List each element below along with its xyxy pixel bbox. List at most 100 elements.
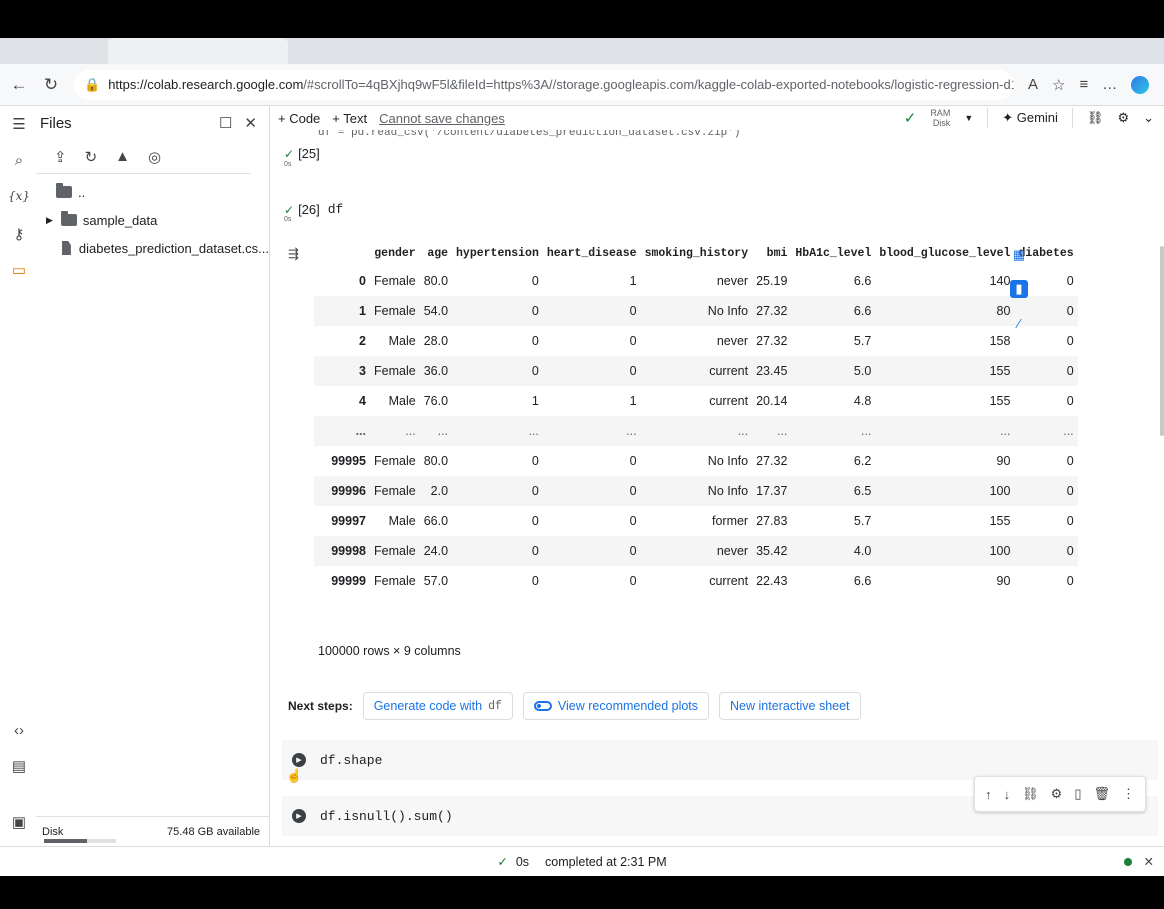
cell-settings-icon[interactable]: ⚙ [1051,786,1063,802]
new-interactive-sheet-button[interactable]: New interactive sheet [719,692,861,720]
hide-files-icon[interactable]: ◎ [148,148,161,166]
move-up-icon[interactable]: ↑ [985,787,992,802]
favorites-list-icon[interactable]: ≡ [1079,76,1088,93]
toc-icon[interactable]: ☰ [9,114,29,134]
search-icon[interactable]: ⌕ [9,150,29,170]
magic-wand-icon[interactable]: ⁄ [1010,314,1028,332]
table-cell: 155 [989,514,1011,528]
table-cell: 80 [875,296,1015,326]
more-options-icon[interactable]: ⋮ [1122,786,1135,802]
generate-code-label: Generate code with [373,699,483,713]
cell-26-code[interactable]: df [328,202,344,217]
favorite-star-icon[interactable]: ☆ [1052,76,1065,94]
table-cell: 36.0 [419,356,453,386]
generate-code-button[interactable]: Generate code with df [362,692,513,720]
table-view-icon[interactable]: ▦ [1010,246,1028,264]
table-cell: 6.6 [853,574,872,588]
command-palette-icon[interactable]: ▤ [9,756,29,776]
table-cell: 0 [629,454,637,468]
copilot-icon[interactable] [1131,75,1150,94]
table-row: 4 Male 76.0 1 1 current 20.14 4.8 155 0 [314,386,1078,416]
table-cell: 0 [1066,394,1074,408]
table-cell: 27.83 [756,514,788,528]
next-steps-bar: Next steps: Generate code with df View r… [288,692,861,720]
settings-gear-icon[interactable]: ⚙ [1117,110,1129,126]
col-header: heart_disease [546,246,637,260]
table-row: 3 Female 36.0 0 0 current 23.45 5.0 155 0 [314,356,1078,386]
close-status-icon[interactable]: ✕ [1144,854,1154,869]
code-snippets-icon[interactable]: ‹› [9,720,29,740]
chevron-right-icon[interactable]: ▶ [46,215,53,226]
back-arrow-icon[interactable]: ← [6,72,32,98]
mount-drive-icon[interactable]: ▲ [115,148,130,165]
reload-icon[interactable]: ↻ [38,72,64,98]
table-cell: 140 [989,274,1011,288]
url-host: https://colab.research.google.com [108,77,304,92]
quick-chart-icon[interactable]: ▮ [1010,280,1028,298]
secrets-key-icon[interactable]: ⚷ [9,224,29,244]
table-cell: 80.0 [423,454,449,468]
run-cell-icon[interactable]: ▶ [292,809,306,823]
terminal-icon[interactable]: ▣ [9,812,29,832]
table-cell: ... [640,416,753,446]
delete-cell-icon[interactable]: 🗑 [1093,786,1110,802]
parent-folder-row[interactable]: .. [36,178,269,206]
lock-icon: 🔒 [84,76,101,92]
variables-icon[interactable]: {x} [8,186,30,206]
cell-df-shape[interactable]: ▶ df.shape [282,740,1158,780]
table-cell: 35.42 [752,536,792,566]
colab-app: ☰ ⌕ {x} ⚷ ▭ ‹› ▤ ▣ Files ☐ ✕ ⇪ ↻ ▲ ◎ .. … [0,106,1164,876]
table-cell: 0 [542,356,641,386]
table-cell: former [711,514,749,528]
cell-25-code[interactable]: df = pd.read_csv('/content/diabetes_pred… [318,130,740,142]
runtime-dropdown-icon[interactable]: ▼ [964,113,973,123]
mirror-cell-icon[interactable]: ▯ [1074,786,1081,802]
files-folder-icon[interactable]: ▭ [9,260,29,280]
status-time: 0s [515,854,530,869]
link-icon[interactable]: ⛓ [1087,110,1104,126]
folder-row-sample-data[interactable]: ▶ sample_data [36,206,269,234]
view-recommended-plots-button[interactable]: View recommended plots [522,692,710,720]
resource-meter[interactable]: RAM Disk [930,108,950,128]
connection-dot-icon [1123,857,1132,866]
table-cell: 0 [531,274,539,288]
output-menu-icon[interactable]: ⇶ [288,246,299,262]
view-plots-label: View recommended plots [557,699,699,713]
add-code-button[interactable]: + Code [278,111,320,126]
upload-icon[interactable]: ⇪ [54,148,67,166]
gemini-button[interactable]: ✦ Gemini [1002,110,1058,126]
refresh-icon[interactable]: ↻ [85,148,98,166]
table-cell: 76.0 [423,394,449,408]
link-cell-icon[interactable]: ⛓ [1022,786,1039,802]
next-steps-label: Next steps: [288,699,353,713]
read-aloud-icon[interactable]: A [1028,76,1038,93]
browser-tab-active[interactable] [108,38,288,64]
table-cell: ... [875,416,1015,446]
url-field[interactable]: 🔒 https://colab.research.google.com /#sc… [74,69,1014,100]
move-down-icon[interactable]: ↓ [1004,787,1011,802]
disk-label: Disk [42,825,64,838]
table-cell: 0 [1066,454,1074,468]
table-cell: Female [370,476,420,506]
scrollbar[interactable] [1160,246,1164,436]
table-cell: Female [374,574,416,588]
table-cell: 66.0 [423,514,449,528]
row-index: 1 [314,296,370,326]
cell-shape-code[interactable]: df.shape [320,753,382,768]
open-in-tab-icon[interactable]: ☐ [219,114,232,132]
table-cell: Male [388,514,416,528]
table-row: 1 Female 54.0 0 0 No Info 27.32 6.6 80 0 [314,296,1078,326]
dataframe-table: gender age hypertension heart_disease sm… [314,240,1078,596]
table-cell: No Info [640,296,753,326]
connected-check-icon: ✓ [903,110,917,127]
file-row-dataset[interactable]: diabetes_prediction_dataset.cs... [36,234,269,262]
add-text-button[interactable]: + Text [332,111,367,126]
run-cell-icon[interactable]: ▶ [292,753,306,767]
cell-isnull-code[interactable]: df.isnull().sum() [320,809,453,824]
collapse-chevron-icon[interactable]: ⌄ [1143,110,1154,126]
row-index: ... [314,416,370,446]
more-menu-icon[interactable]: … [1102,76,1117,93]
close-panel-icon[interactable]: ✕ [244,114,257,132]
cannot-save-link[interactable]: Cannot save changes [379,111,505,126]
table-cell: Female [370,536,420,566]
